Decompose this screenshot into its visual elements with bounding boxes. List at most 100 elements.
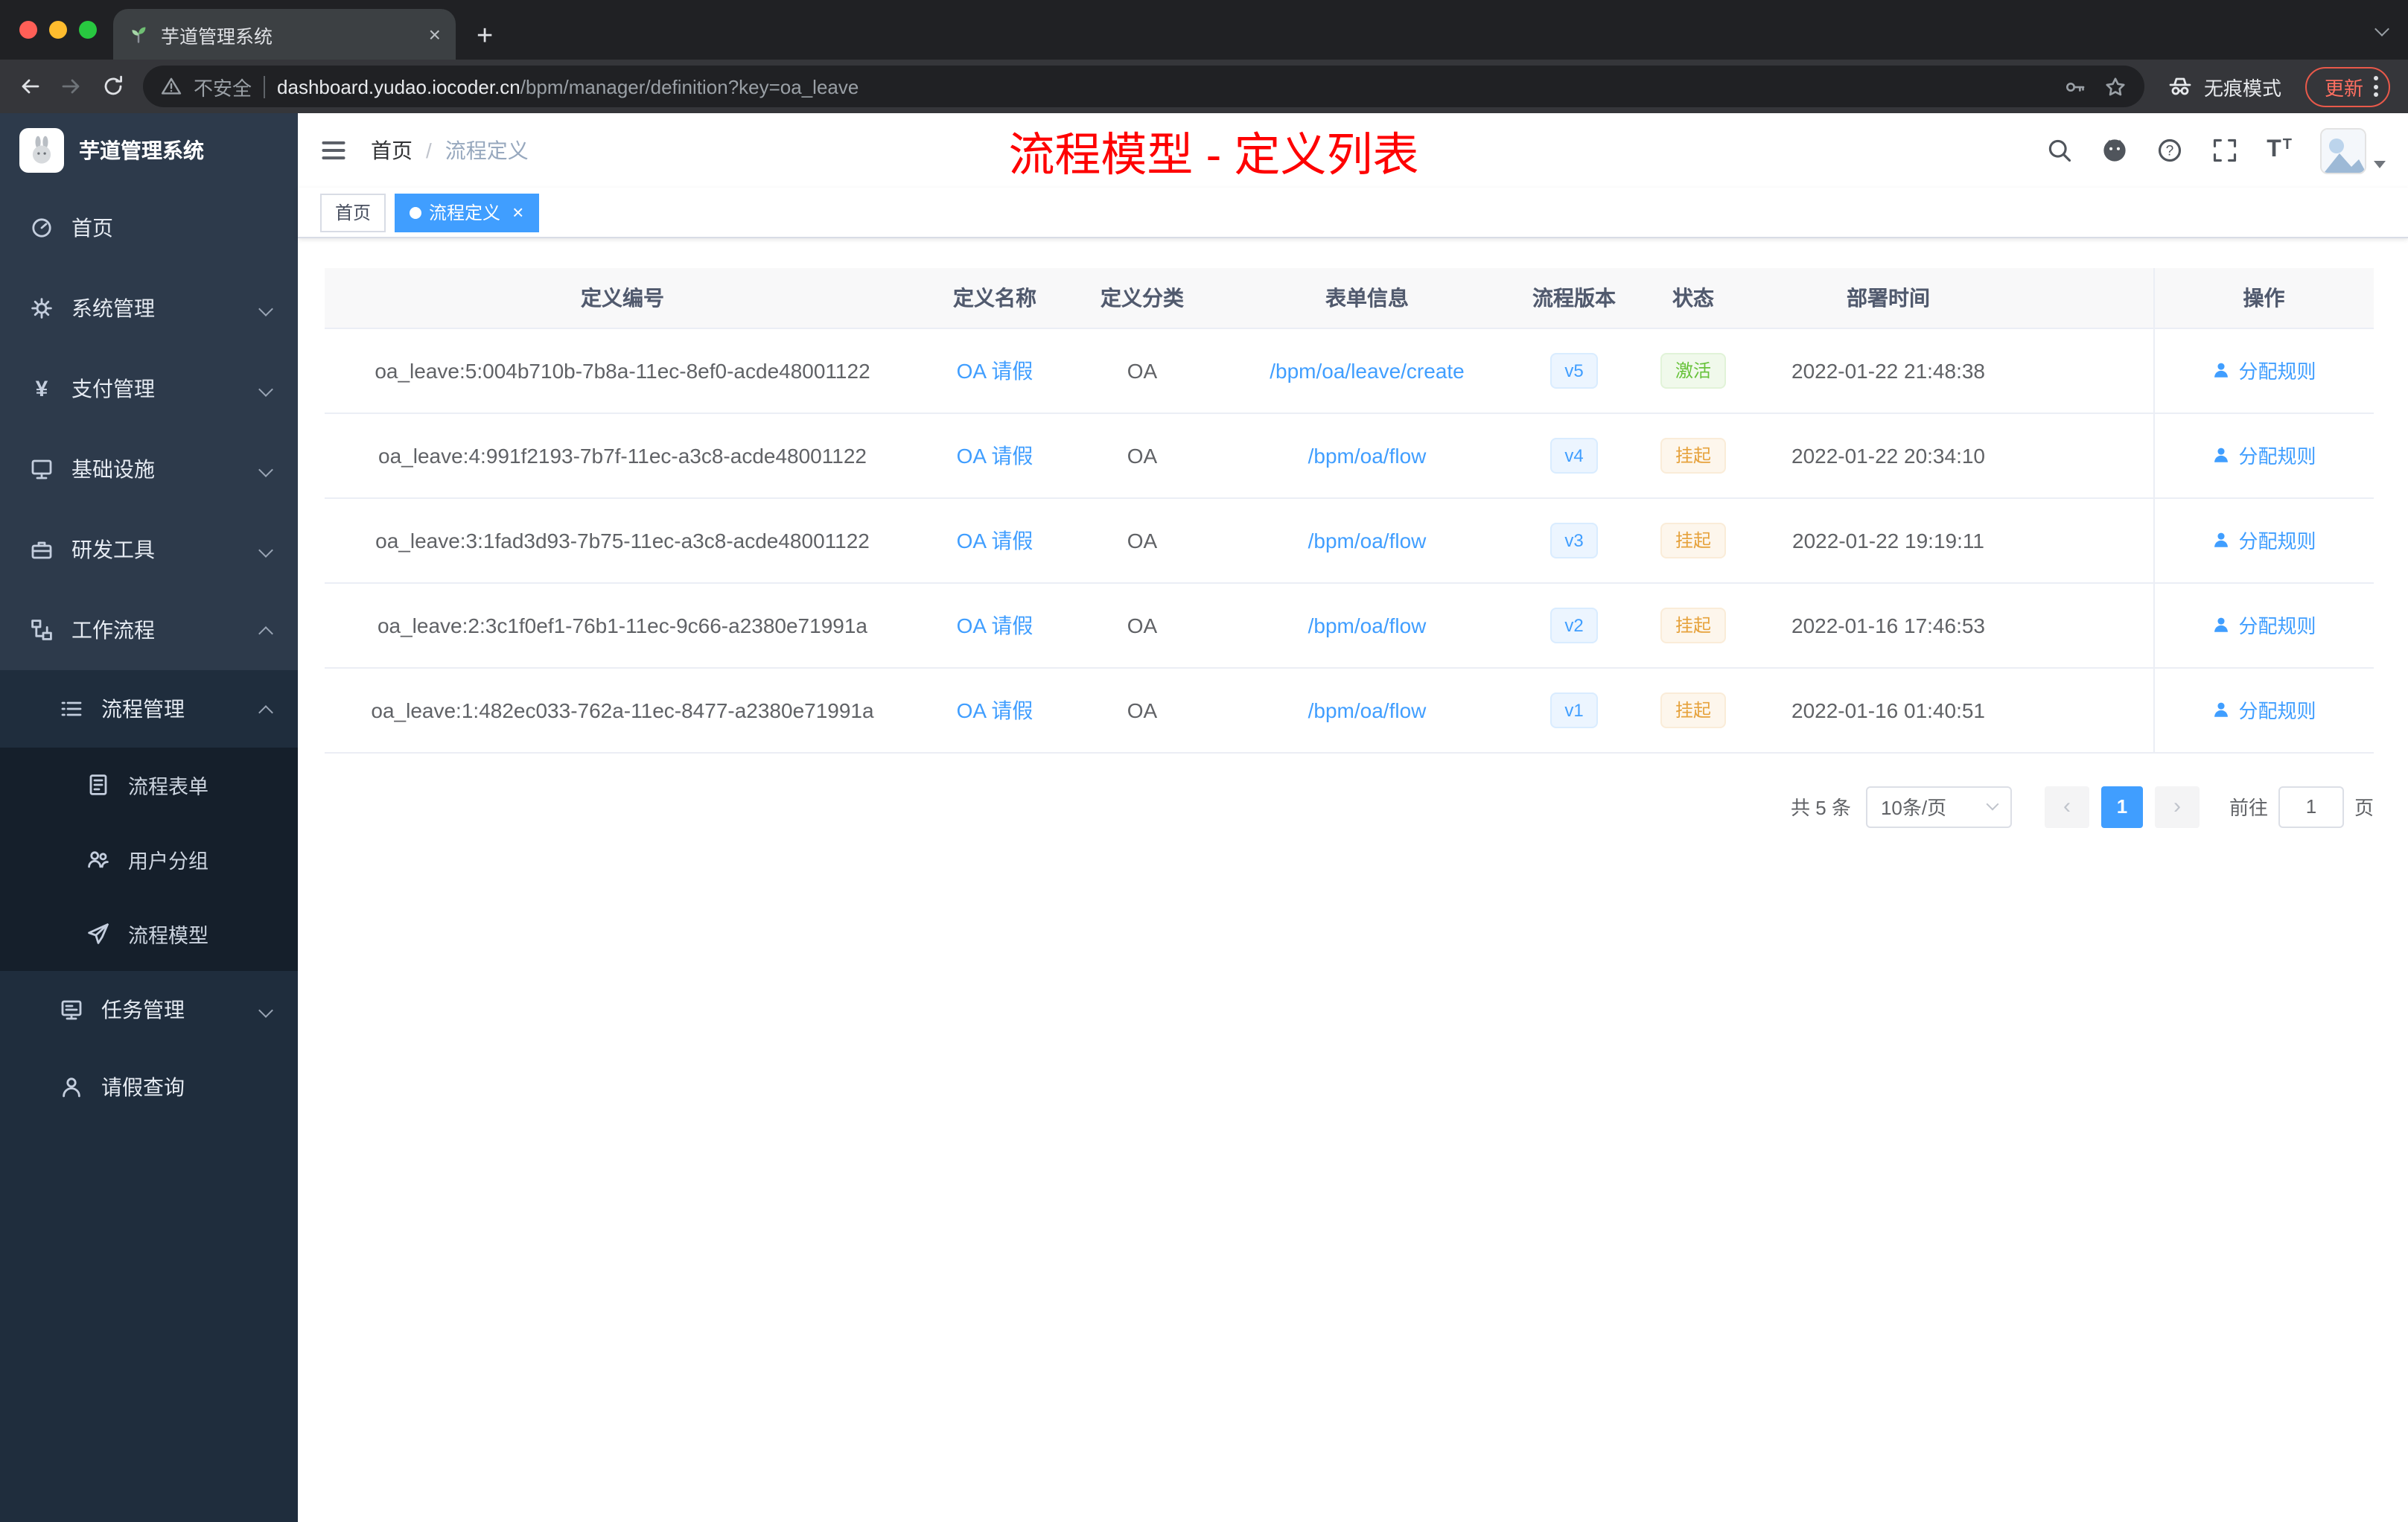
font-size-icon[interactable]: TT	[2267, 137, 2292, 164]
browser-update-button[interactable]: 更新	[2305, 66, 2390, 106]
definition-name-link[interactable]: OA 请假	[957, 613, 1033, 637]
form-info-link[interactable]: /bpm/oa/flow	[1308, 528, 1427, 552]
assign-rule-label: 分配规则	[2238, 445, 2316, 468]
deploy-time: 2022-01-22 19:19:11	[1792, 528, 1984, 552]
chevron-up-icon	[258, 625, 273, 640]
definition-name-link[interactable]: OA 请假	[957, 443, 1033, 467]
assign-user-icon	[2214, 363, 2229, 378]
breadcrumb-current: 流程定义	[445, 138, 529, 162]
sidebar-item-process-manage[interactable]: 流程管理	[0, 670, 298, 748]
definition-name-link[interactable]: OA 请假	[957, 528, 1033, 552]
breadcrumb-home[interactable]: 首页	[371, 136, 413, 165]
security-label: 不安全	[194, 77, 252, 99]
github-icon[interactable]	[2101, 137, 2128, 164]
tab-close-icon[interactable]: ×	[429, 24, 441, 45]
browser-menu-icon[interactable]	[2374, 76, 2378, 97]
current-page-button[interactable]: 1	[2100, 786, 2143, 827]
sidebar-item-task-manage[interactable]: 任务管理	[0, 971, 298, 1048]
app-title: 芋道管理系统	[79, 138, 204, 162]
assign-rule-link[interactable]: 分配规则	[2211, 441, 2316, 469]
tab-search-chevron-icon[interactable]	[2374, 15, 2389, 42]
column-header: 定义分类	[1069, 268, 1215, 328]
browser-toolbar: 不安全 dashboard.yudao.iocoder.cn/bpm/manag…	[0, 60, 2408, 113]
tag-close-icon[interactable]: ×	[512, 203, 523, 222]
paper-plane-icon	[88, 923, 109, 944]
not-secure-warning-icon	[161, 77, 182, 95]
form-info-link[interactable]: /bpm/oa/flow	[1308, 613, 1427, 637]
home-icon	[32, 218, 51, 238]
goto-page: 前往 页	[2229, 786, 2374, 827]
definition-name-link[interactable]: OA 请假	[957, 698, 1033, 722]
sidebar-item-devtools[interactable]: 研发工具	[0, 509, 298, 590]
help-icon[interactable]: ?	[2156, 137, 2183, 164]
sidebar-item-process-model[interactable]: 流程模型	[0, 897, 298, 971]
assign-user-icon	[2214, 702, 2229, 717]
new-tab-button[interactable]: +	[477, 21, 493, 54]
form-info-link[interactable]: /bpm/oa/leave/create	[1270, 358, 1465, 382]
page-unit-label: 页	[2354, 797, 2374, 819]
user-group-icon	[88, 851, 109, 868]
sidebar-item-infrastructure[interactable]: 基础设施	[0, 429, 298, 509]
column-header: 定义名称	[920, 268, 1069, 328]
sidebar-item-label: 流程管理	[101, 697, 185, 721]
chevron-up-icon	[258, 704, 273, 719]
prev-page-button[interactable]: ‹	[2044, 786, 2089, 827]
sidebar-item-home[interactable]: 首页	[0, 188, 298, 268]
app-root: 芋道管理系统 首页 系统管理 ¥ 支付管理 基础设施 研发工具 工作流程 流程管…	[0, 113, 2408, 1522]
definition-category: OA	[1127, 358, 1158, 382]
fullscreen-icon[interactable]	[2211, 137, 2238, 164]
definition-id: oa_leave:5:004b710b-7b8a-11ec-8ef0-acde4…	[375, 358, 870, 382]
bookmark-star-icon[interactable]	[2104, 75, 2127, 98]
next-page-button[interactable]: ›	[2154, 786, 2200, 827]
caret-down-icon	[2374, 160, 2386, 168]
column-header: 流程版本	[1519, 268, 1629, 328]
status-tag: 挂起	[1660, 522, 1726, 558]
form-info-link[interactable]: /bpm/oa/flow	[1308, 698, 1427, 722]
sidebar-item-label: 请假查询	[101, 1075, 185, 1099]
definition-table: 定义编号 定义名称 定义分类 表单信息 流程版本 状态 部署时间 操作 oa_l…	[325, 268, 2374, 753]
row-spacer	[2019, 667, 2153, 753]
hamburger-icon[interactable]	[320, 137, 347, 164]
close-window-button[interactable]	[19, 21, 37, 39]
active-dot	[410, 206, 422, 218]
assign-rule-link[interactable]: 分配规则	[2211, 526, 2316, 554]
yen-icon: ¥	[35, 376, 48, 401]
assign-rule-link[interactable]: 分配规则	[2211, 356, 2316, 384]
reload-icon[interactable]	[101, 74, 125, 98]
assign-rule-link[interactable]: 分配规则	[2211, 611, 2316, 639]
forward-icon[interactable]	[60, 74, 83, 98]
definition-id: oa_leave:1:482ec033-762a-11ec-8477-a2380…	[371, 698, 874, 722]
back-icon[interactable]	[18, 74, 42, 98]
tag-process-definition[interactable]: 流程定义 ×	[395, 193, 539, 232]
address-bar[interactable]: 不安全 dashboard.yudao.iocoder.cn/bpm/manag…	[143, 66, 2144, 107]
password-key-icon[interactable]	[2064, 75, 2086, 98]
search-icon[interactable]	[2046, 137, 2073, 164]
sidebar-item-workflow[interactable]: 工作流程	[0, 590, 298, 670]
sidebar-item-leave-query[interactable]: 请假查询	[0, 1048, 298, 1126]
minimize-window-button[interactable]	[49, 21, 67, 39]
row-spacer	[2019, 497, 2153, 583]
tag-label: 首页	[335, 203, 372, 223]
column-header: 部署时间	[1757, 268, 2019, 328]
definition-name-link[interactable]: OA 请假	[957, 358, 1033, 382]
person-icon	[63, 1077, 80, 1098]
assign-rule-link[interactable]: 分配规则	[2211, 695, 2316, 724]
browser-tab[interactable]: 芋道管理系统 ×	[113, 9, 456, 60]
sidebar-item-system[interactable]: 系统管理	[0, 268, 298, 348]
tag-home[interactable]: 首页	[320, 193, 386, 232]
form-info-link[interactable]: /bpm/oa/flow	[1308, 443, 1427, 467]
page-size-select[interactable]: 10条/页	[1865, 786, 2012, 827]
zoom-window-button[interactable]	[79, 21, 97, 39]
sidebar-item-process-form[interactable]: 流程表单	[0, 748, 298, 822]
list-icon	[61, 701, 82, 716]
sidebar-logo-row[interactable]: 芋道管理系统	[0, 113, 298, 188]
app-logo	[19, 128, 64, 173]
sidebar-item-label: 基础设施	[71, 457, 155, 481]
sidebar-item-payment[interactable]: ¥ 支付管理	[0, 348, 298, 429]
top-navbar: 首页 / 流程定义 流程模型 - 定义列表 ? TT	[298, 113, 2408, 188]
goto-page-input[interactable]	[2278, 786, 2344, 827]
sidebar-item-user-group[interactable]: 用户分组	[0, 822, 298, 897]
row-spacer	[2019, 328, 2153, 413]
user-menu[interactable]	[2320, 127, 2386, 173]
row-spacer	[2019, 413, 2153, 498]
